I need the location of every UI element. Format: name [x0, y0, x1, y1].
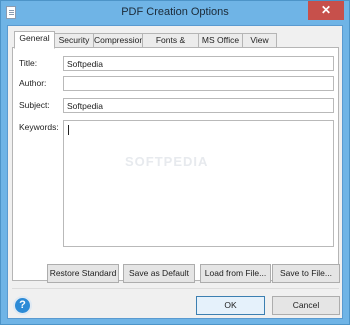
help-icon[interactable]: ? — [13, 296, 32, 315]
title-label: Title: — [19, 58, 38, 68]
tab-view[interactable]: View — [242, 33, 277, 48]
close-button[interactable]: ✕ — [308, 1, 344, 20]
restore-standard-button[interactable]: Restore Standard — [47, 264, 119, 283]
tab-general[interactable]: General — [14, 31, 55, 49]
title-bar[interactable]: PDF Creation Options ✕ — [1, 1, 349, 25]
keywords-label: Keywords: — [19, 122, 59, 132]
cancel-button[interactable]: Cancel — [272, 296, 340, 315]
author-label: Author: — [19, 78, 47, 88]
author-field[interactable] — [63, 76, 334, 91]
ok-button[interactable]: OK — [196, 296, 265, 315]
softpedia-watermark: SOFTPEDIA — [125, 154, 209, 169]
save-as-default-button[interactable]: Save as Default — [123, 264, 195, 283]
subject-field[interactable]: Softpedia — [63, 98, 334, 113]
tab-compression[interactable]: Compression — [93, 33, 144, 48]
tab-ms-office[interactable]: MS Office — [198, 33, 243, 48]
general-panel: Title: Softpedia Author: Subject: Softpe… — [12, 47, 339, 281]
title-field[interactable]: Softpedia — [63, 56, 334, 71]
keywords-textarea[interactable] — [63, 120, 334, 247]
tab-fonts-colors[interactable]: Fonts & Colors — [142, 33, 199, 58]
subject-label: Subject: — [19, 100, 50, 110]
text-cursor — [68, 125, 69, 135]
pdf-options-dialog: PDF Creation Options ✕ General Security … — [0, 0, 350, 325]
tab-security[interactable]: Security — [54, 33, 94, 48]
save-to-file-button[interactable]: Save to File... — [272, 264, 340, 283]
load-from-file-button[interactable]: Load from File... — [200, 264, 271, 283]
window-title: PDF Creation Options — [121, 6, 229, 18]
dialog-client-area: General Security Compression Fonts & Col… — [7, 25, 343, 319]
footer-divider — [12, 288, 339, 289]
